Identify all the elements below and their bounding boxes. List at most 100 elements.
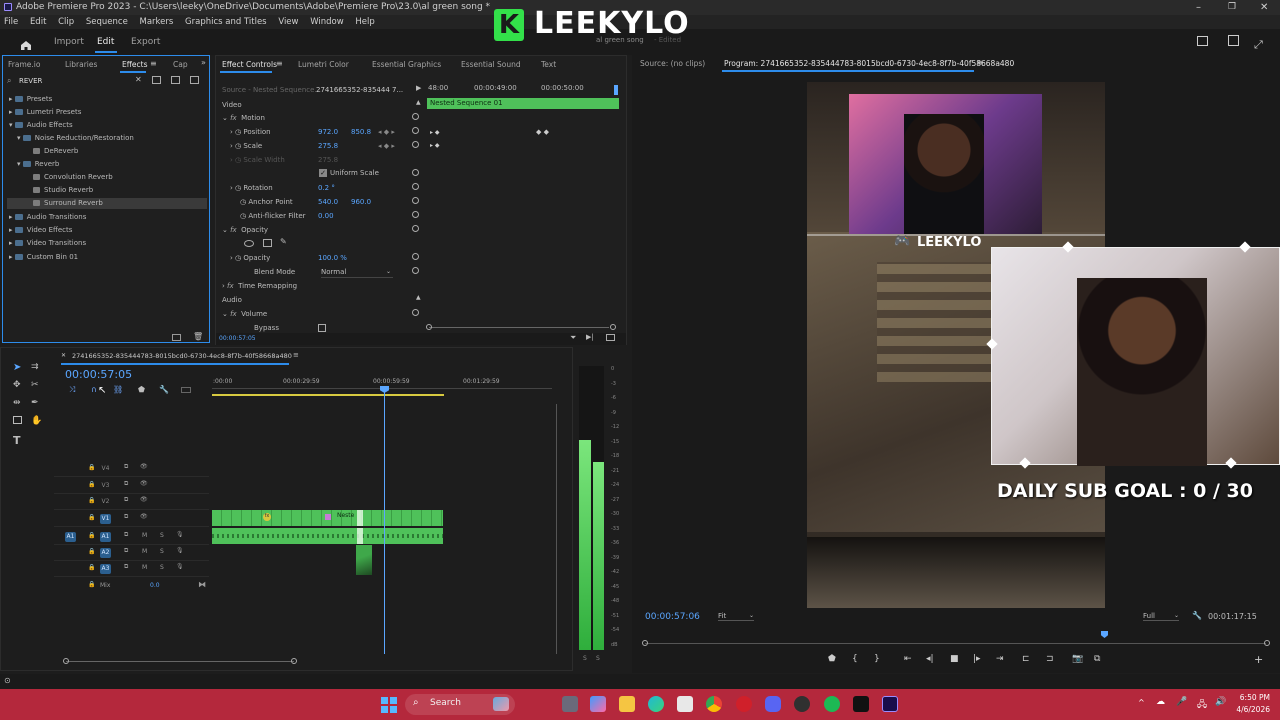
tab-lumetri-color[interactable]: Lumetri Color bbox=[298, 60, 349, 69]
volume-icon[interactable]: 🔊 bbox=[1215, 697, 1226, 707]
tree-item-studio-reverb[interactable]: Studio Reverb bbox=[33, 185, 93, 195]
razor-tool-icon[interactable]: ✂ bbox=[31, 380, 39, 390]
close-sequence-icon[interactable]: ✕ bbox=[61, 352, 66, 359]
microphone-icon[interactable]: 🎙 bbox=[176, 563, 184, 570]
collapse-up-icon[interactable]: ▲ bbox=[416, 294, 421, 301]
solo-right-button[interactable]: S bbox=[596, 655, 600, 662]
ec-zoom-bar[interactable] bbox=[429, 327, 609, 328]
button-editor-icon[interactable]: + bbox=[1254, 653, 1263, 666]
opacity-value[interactable]: 100.0 % bbox=[318, 253, 347, 263]
tab-text[interactable]: Text bbox=[541, 60, 556, 69]
tree-item-audio-effects[interactable]: ▾ Audio Effects bbox=[9, 120, 73, 130]
panel-menu-icon[interactable]: ≡ bbox=[293, 351, 299, 359]
track-label-v1[interactable]: V1 bbox=[100, 514, 111, 524]
mic-icon[interactable]: 🎤 bbox=[1176, 697, 1187, 707]
fit-dropdown[interactable]: Fit ⌄ bbox=[718, 612, 754, 621]
mix-value[interactable]: 0.0 bbox=[150, 582, 160, 589]
reset-icon[interactable] bbox=[412, 225, 419, 232]
close-button[interactable]: ✕ bbox=[1260, 0, 1268, 15]
export-icon[interactable] bbox=[606, 334, 615, 341]
clip-dropdown[interactable]: 2741665352-835444 7... bbox=[316, 85, 403, 95]
yuv-filter-icon[interactable] bbox=[190, 76, 199, 84]
edge-icon[interactable] bbox=[648, 696, 664, 712]
sync-lock-icon[interactable]: ⧉ bbox=[124, 547, 128, 555]
comparison-view-icon[interactable]: ⧉ bbox=[1094, 654, 1100, 664]
captions-icon[interactable] bbox=[181, 387, 191, 393]
playhead-marker[interactable] bbox=[614, 85, 618, 95]
clip-edit-point[interactable] bbox=[357, 510, 363, 526]
position-x-value[interactable]: 972.0 bbox=[318, 127, 338, 137]
eye-icon[interactable]: 👁 bbox=[140, 480, 148, 487]
program-timecode[interactable]: 00:00:57:06 bbox=[645, 612, 700, 622]
tray-chevron-icon[interactable]: ^ bbox=[1138, 698, 1145, 707]
pen-tool-icon[interactable]: ✒ bbox=[31, 398, 39, 408]
reset-icon[interactable] bbox=[412, 309, 419, 316]
menu-markers[interactable]: Markers bbox=[140, 17, 174, 27]
resolution-dropdown[interactable]: Full ⌄ bbox=[1143, 612, 1179, 621]
file-explorer-icon[interactable] bbox=[619, 696, 635, 712]
sync-lock-icon[interactable]: ⧉ bbox=[124, 563, 128, 571]
keyframe-diamond[interactable]: ◆ ◆ bbox=[536, 128, 549, 136]
step-forward-icon[interactable]: |▸ bbox=[973, 654, 981, 664]
audio-clip-a2[interactable] bbox=[356, 545, 372, 575]
solo-button[interactable]: S bbox=[160, 548, 164, 555]
microphone-icon[interactable]: 🎙 bbox=[176, 531, 184, 538]
scroll-handle-right[interactable] bbox=[291, 658, 297, 664]
transform-handle[interactable] bbox=[1225, 457, 1237, 469]
taskbar-search-box[interactable]: ⌕ Search bbox=[405, 694, 515, 715]
eye-icon[interactable]: 👁 bbox=[140, 463, 148, 470]
nested-sequence-clip[interactable]: Nested Sequence 01 bbox=[427, 98, 619, 109]
copilot-icon[interactable] bbox=[590, 696, 606, 712]
eye-icon[interactable]: 👁 bbox=[140, 513, 148, 520]
clear-search-icon[interactable]: ✕ bbox=[135, 75, 142, 84]
tree-item-convolution-reverb[interactable]: Convolution Reverb bbox=[33, 172, 113, 182]
spotify-icon[interactable] bbox=[824, 696, 840, 712]
tree-item-surround-reverb[interactable]: Surround Reverb bbox=[33, 198, 103, 208]
hand-tool-icon[interactable]: ✋ bbox=[31, 416, 42, 426]
keyframe-diamond[interactable]: ▸ ◆ bbox=[430, 129, 440, 136]
tree-item-lumetri-presets[interactable]: ▸ Lumetri Presets bbox=[9, 107, 81, 117]
collapse-up-icon[interactable]: ▲ bbox=[416, 99, 421, 106]
lock-icon[interactable]: 🔒 bbox=[88, 548, 95, 555]
reset-icon[interactable] bbox=[412, 113, 419, 120]
scroll-handle-left[interactable] bbox=[63, 658, 69, 664]
tab-program-monitor[interactable]: Program: 2741665352-835444783-8015bcd0-6… bbox=[724, 59, 1014, 68]
menu-window[interactable]: Window bbox=[310, 17, 344, 27]
eye-icon[interactable]: 👁 bbox=[140, 496, 148, 503]
quick-export-icon[interactable] bbox=[1197, 36, 1208, 46]
menu-view[interactable]: View bbox=[278, 17, 298, 27]
slip-tool-icon[interactable]: ⇹ bbox=[13, 398, 21, 408]
zoom-handle-left[interactable] bbox=[426, 324, 432, 330]
menu-help[interactable]: Help bbox=[355, 17, 374, 27]
lock-icon[interactable]: 🔒 bbox=[88, 581, 95, 588]
solo-button[interactable]: S bbox=[160, 532, 164, 539]
stop-icon[interactable]: ■ bbox=[950, 654, 959, 664]
reset-icon[interactable] bbox=[412, 197, 419, 204]
chrome-icon[interactable] bbox=[706, 696, 722, 712]
premiere-taskbar-icon[interactable] bbox=[882, 696, 898, 712]
maximize-button[interactable]: ❐ bbox=[1228, 0, 1236, 15]
tree-item-video-effects[interactable]: ▸ Video Effects bbox=[9, 225, 72, 235]
sync-lock-icon[interactable]: ⧉ bbox=[124, 463, 128, 471]
tree-item-custom-bin[interactable]: ▸ Custom Bin 01 bbox=[9, 252, 78, 262]
discord-taskbar-icon[interactable] bbox=[765, 696, 781, 712]
overflow-icon[interactable]: » bbox=[201, 58, 206, 67]
clock-date[interactable]: 4/6/2026 bbox=[1234, 705, 1270, 714]
panel-menu-icon[interactable]: ≡ bbox=[150, 59, 157, 68]
pen-mask-icon[interactable]: ✎ bbox=[280, 237, 287, 246]
linked-selection-icon[interactable]: ⛓ bbox=[113, 385, 123, 394]
sync-lock-icon[interactable]: ⧉ bbox=[124, 480, 128, 488]
network-icon[interactable]: 🖧 bbox=[1197, 697, 1207, 713]
mark-out-icon[interactable]: } bbox=[874, 654, 880, 664]
sequence-tab[interactable]: 2741665352-835444783-8015bcd0-6730-4ec8-… bbox=[72, 352, 292, 360]
track-label-a1[interactable]: A1 bbox=[100, 532, 111, 542]
lock-icon[interactable]: 🔒 bbox=[88, 497, 95, 504]
motion-row[interactable]: ⌄ fx Motion bbox=[222, 113, 265, 123]
solo-left-button[interactable]: S bbox=[583, 655, 587, 662]
sync-lock-icon[interactable]: ⧉ bbox=[124, 531, 128, 539]
track-label-v3[interactable]: V3 bbox=[100, 481, 111, 491]
type-tool-icon[interactable]: T bbox=[13, 434, 21, 447]
reset-icon[interactable] bbox=[412, 253, 419, 260]
track-label-a2[interactable]: A2 bbox=[100, 548, 111, 558]
reset-icon[interactable] bbox=[412, 141, 419, 148]
